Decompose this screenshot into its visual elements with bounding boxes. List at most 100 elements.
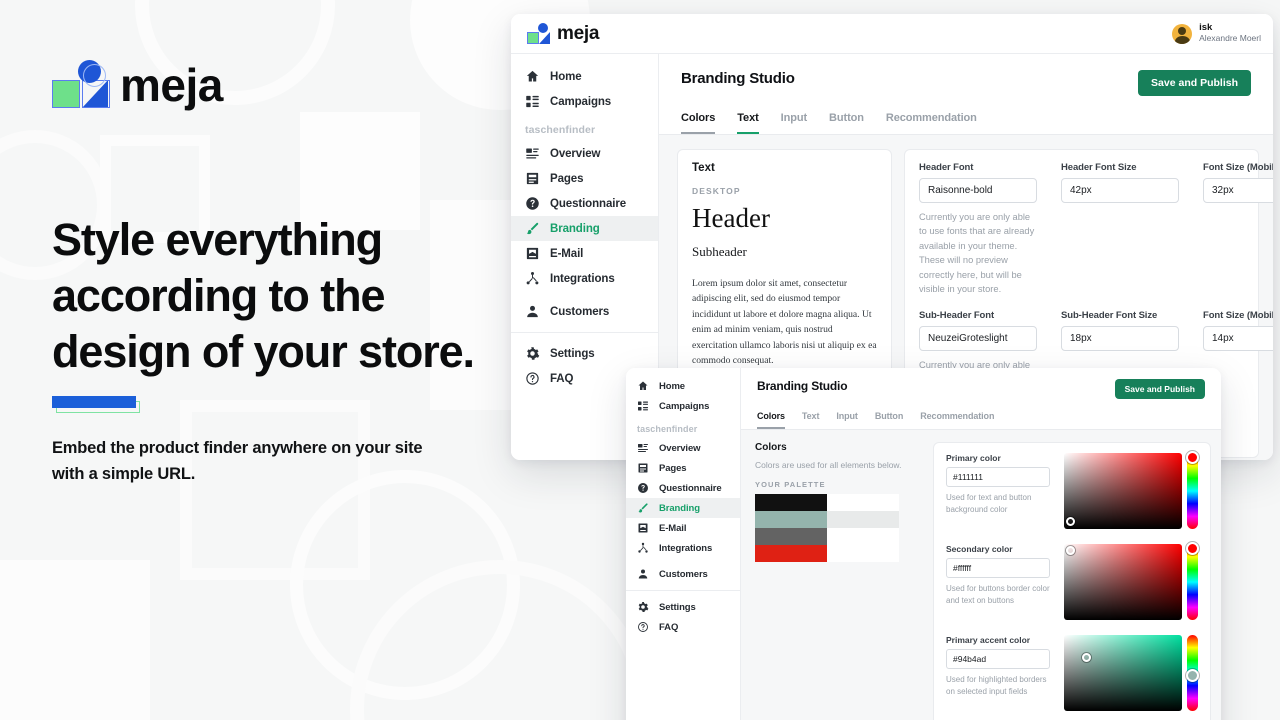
color-picker[interactable] — [1064, 635, 1198, 711]
sidebar-label: Home — [659, 381, 685, 392]
sidebar-group-label: taschenfinder — [511, 114, 658, 141]
secondary-color-input[interactable] — [946, 558, 1050, 578]
sidebar-item-overview[interactable]: Overview — [511, 141, 658, 166]
page-root: meja Style everything according to the d… — [0, 0, 1280, 720]
sidebar-item-customers[interactable]: Customers — [626, 564, 740, 584]
hue-knob[interactable] — [1186, 451, 1199, 464]
brush-icon — [637, 502, 649, 514]
sidebar-item-branding[interactable]: Branding — [626, 498, 740, 518]
field-header-font-size-mobile: Font Size (Mobile) — [1203, 162, 1273, 296]
saturation-value-area[interactable] — [1064, 453, 1182, 529]
sidebar-item-home[interactable]: Home — [511, 64, 658, 89]
color-row-primary-accent: Primary accent color Used for highlighte… — [946, 635, 1198, 711]
sidebar-item-integrations[interactable]: Integrations — [511, 266, 658, 291]
question-icon — [637, 482, 649, 494]
sidebar-label: Questionnaire — [659, 483, 722, 494]
palette-swatch[interactable] — [755, 494, 827, 511]
faq-icon — [525, 371, 540, 386]
sidebar-item-pages[interactable]: Pages — [626, 458, 740, 478]
tab-button[interactable]: Button — [875, 411, 903, 429]
saturation-value-area[interactable] — [1064, 635, 1182, 711]
home-icon — [525, 69, 540, 84]
sidebar-item-questionnaire[interactable]: Questionnaire — [511, 191, 658, 216]
sidebar-item-email[interactable]: E-Mail — [511, 241, 658, 266]
palette-swatch[interactable] — [827, 545, 899, 562]
tab-colors[interactable]: Colors — [681, 112, 715, 134]
integrations-icon — [525, 271, 540, 286]
subheader-font-size-input[interactable] — [1061, 326, 1179, 351]
sidebar-item-branding[interactable]: Branding — [511, 216, 658, 241]
sidebar-item-settings[interactable]: Settings — [626, 597, 740, 617]
brand-wordmark: meja — [120, 58, 223, 112]
palette-swatch[interactable] — [755, 528, 827, 545]
palette-swatch[interactable] — [827, 511, 899, 528]
sidebar-item-questionnaire[interactable]: Questionnaire — [626, 478, 740, 498]
sidebar-group-label: taschenfinder — [626, 416, 740, 438]
tab-input[interactable]: Input — [781, 112, 807, 134]
hue-slider[interactable] — [1187, 544, 1198, 620]
sidebar-item-integrations[interactable]: Integrations — [626, 538, 740, 558]
tab-button[interactable]: Button — [829, 112, 864, 134]
sidebar-label: Overview — [550, 148, 600, 160]
meja-logo-icon — [527, 23, 549, 45]
sidebar-item-overview[interactable]: Overview — [626, 438, 740, 458]
tab-recommendation[interactable]: Recommendation — [886, 112, 977, 134]
sv-knob[interactable] — [1066, 517, 1075, 526]
app-brand[interactable]: meja — [527, 23, 599, 45]
hue-slider[interactable] — [1187, 635, 1198, 711]
primary-color-input[interactable] — [946, 467, 1050, 487]
sidebar-item-campaigns[interactable]: Campaigns — [511, 89, 658, 114]
tab-recommendation[interactable]: Recommendation — [920, 411, 994, 429]
save-and-publish-button[interactable]: Save and Publish — [1138, 70, 1251, 96]
sv-knob[interactable] — [1066, 546, 1075, 555]
subheader-font-input[interactable] — [919, 326, 1037, 351]
sidebar-item-campaigns[interactable]: Campaigns — [626, 396, 740, 416]
sidebar-divider — [626, 590, 740, 591]
home-icon — [637, 380, 649, 392]
sidebar-label: Customers — [659, 569, 708, 580]
field-hint: Used for highlighted borders on selected… — [946, 674, 1050, 698]
subheader-font-size-mobile-input[interactable] — [1203, 326, 1273, 351]
tab-text[interactable]: Text — [802, 411, 819, 429]
question-icon — [525, 196, 540, 211]
tab-text[interactable]: Text — [737, 112, 758, 134]
user-menu[interactable]: isk Alexandre Moerl — [1172, 23, 1261, 44]
tab-colors[interactable]: Colors — [757, 411, 785, 429]
header-font-size-input[interactable] — [1061, 178, 1179, 203]
save-and-publish-button[interactable]: Save and Publish — [1115, 379, 1205, 399]
hue-slider[interactable] — [1187, 453, 1198, 529]
sv-knob[interactable] — [1082, 653, 1091, 662]
sidebar-item-faq[interactable]: FAQ — [626, 617, 740, 637]
sidebar-item-home[interactable]: Home — [626, 376, 740, 396]
section-title: Text — [692, 162, 877, 174]
header-font-size-mobile-input[interactable] — [1203, 178, 1273, 203]
app-topbar: meja isk Alexandre Moerl — [511, 14, 1273, 54]
palette-swatch[interactable] — [827, 528, 899, 545]
content-area: Branding Studio Save and Publish Colors … — [741, 368, 1221, 720]
saturation-value-area[interactable] — [1064, 544, 1182, 620]
sidebar-item-customers[interactable]: Customers — [511, 299, 658, 324]
sidebar-item-settings[interactable]: Settings — [511, 341, 658, 366]
color-picker[interactable] — [1064, 453, 1198, 529]
gear-icon — [525, 346, 540, 361]
color-picker[interactable] — [1064, 544, 1198, 620]
faq-icon — [637, 621, 649, 633]
hue-knob[interactable] — [1186, 669, 1199, 682]
tab-input[interactable]: Input — [836, 411, 858, 429]
header-font-input[interactable] — [919, 178, 1037, 203]
pages-icon — [637, 462, 649, 474]
palette-swatch[interactable] — [755, 545, 827, 562]
palette-swatch[interactable] — [755, 511, 827, 528]
primary-accent-color-input[interactable] — [946, 649, 1050, 669]
sidebar-item-email[interactable]: E-Mail — [626, 518, 740, 538]
palette-swatch[interactable] — [827, 494, 899, 511]
colors-panel: Colors Colors are used for all elements … — [741, 430, 1221, 720]
color-fields-card: Primary color Used for text and button b… — [933, 442, 1211, 720]
field-label: Font Size (Mobile) — [1203, 310, 1273, 321]
sidebar-item-pages[interactable]: Pages — [511, 166, 658, 191]
sidebar: Home Campaigns taschenfinder Overview Pa… — [626, 368, 741, 720]
hue-knob[interactable] — [1186, 542, 1199, 555]
email-icon — [525, 246, 540, 261]
field-label: Secondary color — [946, 544, 1050, 554]
sidebar-label: Overview — [659, 443, 700, 454]
